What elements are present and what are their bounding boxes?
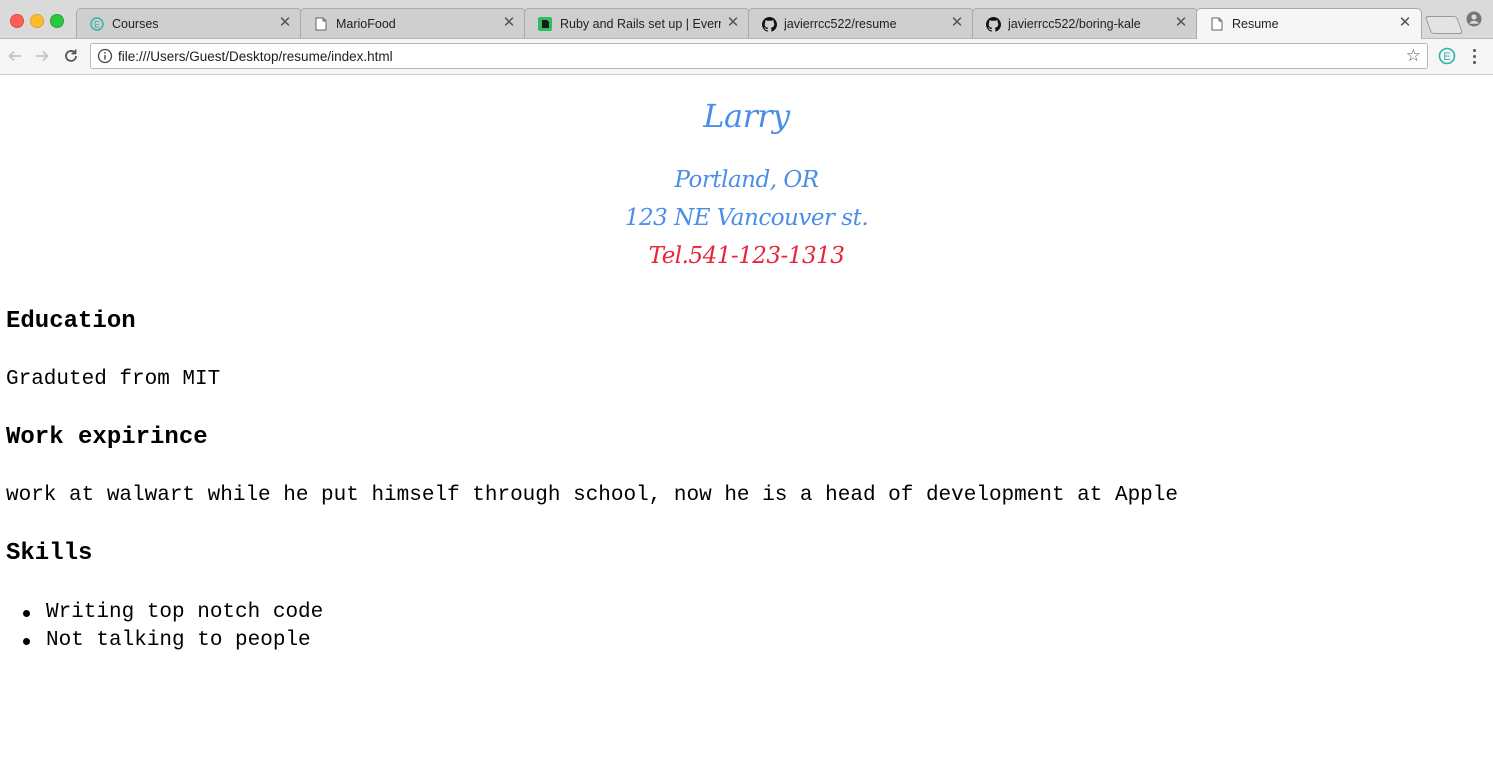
fullscreen-window-button[interactable] bbox=[50, 14, 64, 28]
education-heading: Education bbox=[6, 308, 136, 335]
tab-label: javierrcc522/boring-kale bbox=[1008, 17, 1141, 31]
reload-icon[interactable] bbox=[62, 47, 80, 65]
github-icon bbox=[761, 16, 777, 32]
page-icon bbox=[1209, 16, 1225, 32]
skill-text: Not talking to people bbox=[46, 629, 311, 652]
resume-city: Portland, OR bbox=[674, 167, 819, 193]
skills-list: Writing top notch code Not talking to pe… bbox=[0, 599, 323, 655]
svg-text:E: E bbox=[1443, 51, 1450, 63]
svg-text:E: E bbox=[94, 20, 100, 30]
skills-heading: Skills bbox=[6, 540, 93, 567]
tab-courses[interactable]: E Courses ✕ bbox=[76, 8, 302, 38]
skill-text: Writing top notch code bbox=[46, 601, 324, 624]
page-icon bbox=[313, 16, 329, 32]
tab-label: Resume bbox=[1232, 17, 1279, 31]
close-window-button[interactable] bbox=[10, 14, 24, 28]
education-text: Graduted from MIT bbox=[6, 368, 221, 391]
tab-github-resume[interactable]: javierrcc522/resume ✕ bbox=[748, 8, 974, 38]
page-content: Larry Portland, OR 123 NE Vancouver st. … bbox=[0, 75, 1493, 774]
tab-mariofood[interactable]: MarioFood ✕ bbox=[300, 8, 526, 38]
tab-resume[interactable]: Resume ✕ bbox=[1196, 8, 1422, 39]
evernote-icon bbox=[537, 16, 553, 32]
github-icon bbox=[985, 16, 1001, 32]
list-item: Not talking to people bbox=[0, 627, 323, 655]
minimize-window-button[interactable] bbox=[30, 14, 44, 28]
resume-street: 123 NE Vancouver st. bbox=[624, 205, 869, 231]
evernote-e-icon: E bbox=[89, 16, 105, 32]
tab-label: Courses bbox=[112, 17, 159, 31]
resume-name: Larry bbox=[703, 97, 790, 135]
tab-evernote[interactable]: Ruby and Rails set up | Everno ✕ bbox=[524, 8, 750, 38]
profile-icon[interactable] bbox=[1466, 11, 1482, 27]
resume-telephone: Tel.541-123-1313 bbox=[648, 243, 845, 269]
more-menu-icon[interactable] bbox=[1466, 47, 1482, 65]
address-bar[interactable]: file:///Users/Guest/Desktop/resume/index… bbox=[90, 43, 1428, 69]
evernote-extension-icon[interactable]: E bbox=[1438, 47, 1456, 65]
close-icon[interactable]: ✕ bbox=[725, 15, 741, 31]
forward-arrow-icon[interactable] bbox=[33, 47, 51, 65]
list-item: Writing top notch code bbox=[0, 599, 323, 627]
bookmark-star-icon[interactable]: ☆ bbox=[1406, 47, 1421, 65]
info-icon[interactable] bbox=[97, 48, 113, 64]
browser-toolbar: file:///Users/Guest/Desktop/resume/index… bbox=[0, 39, 1493, 75]
bullet-icon bbox=[23, 638, 30, 645]
work-text: work at walwart while he put himself thr… bbox=[6, 484, 1178, 507]
tab-label: MarioFood bbox=[336, 17, 396, 31]
close-icon[interactable]: ✕ bbox=[277, 15, 293, 31]
close-icon[interactable]: ✕ bbox=[1397, 15, 1413, 31]
close-icon[interactable]: ✕ bbox=[949, 15, 965, 31]
close-icon[interactable]: ✕ bbox=[1173, 15, 1189, 31]
new-tab-button[interactable] bbox=[1424, 16, 1464, 34]
url-text: file:///Users/Guest/Desktop/resume/index… bbox=[118, 49, 393, 64]
tab-strip: E Courses ✕ MarioFood ✕ Ruby and Rails s… bbox=[0, 0, 1493, 39]
close-icon[interactable]: ✕ bbox=[501, 15, 517, 31]
tab-github-boring-kale[interactable]: javierrcc522/boring-kale ✕ bbox=[972, 8, 1198, 38]
work-heading: Work expirince bbox=[6, 424, 208, 451]
bullet-icon bbox=[23, 610, 30, 617]
back-arrow-icon[interactable] bbox=[6, 47, 24, 65]
tab-label: Ruby and Rails set up | Everno bbox=[560, 17, 721, 31]
tab-label: javierrcc522/resume bbox=[784, 17, 897, 31]
